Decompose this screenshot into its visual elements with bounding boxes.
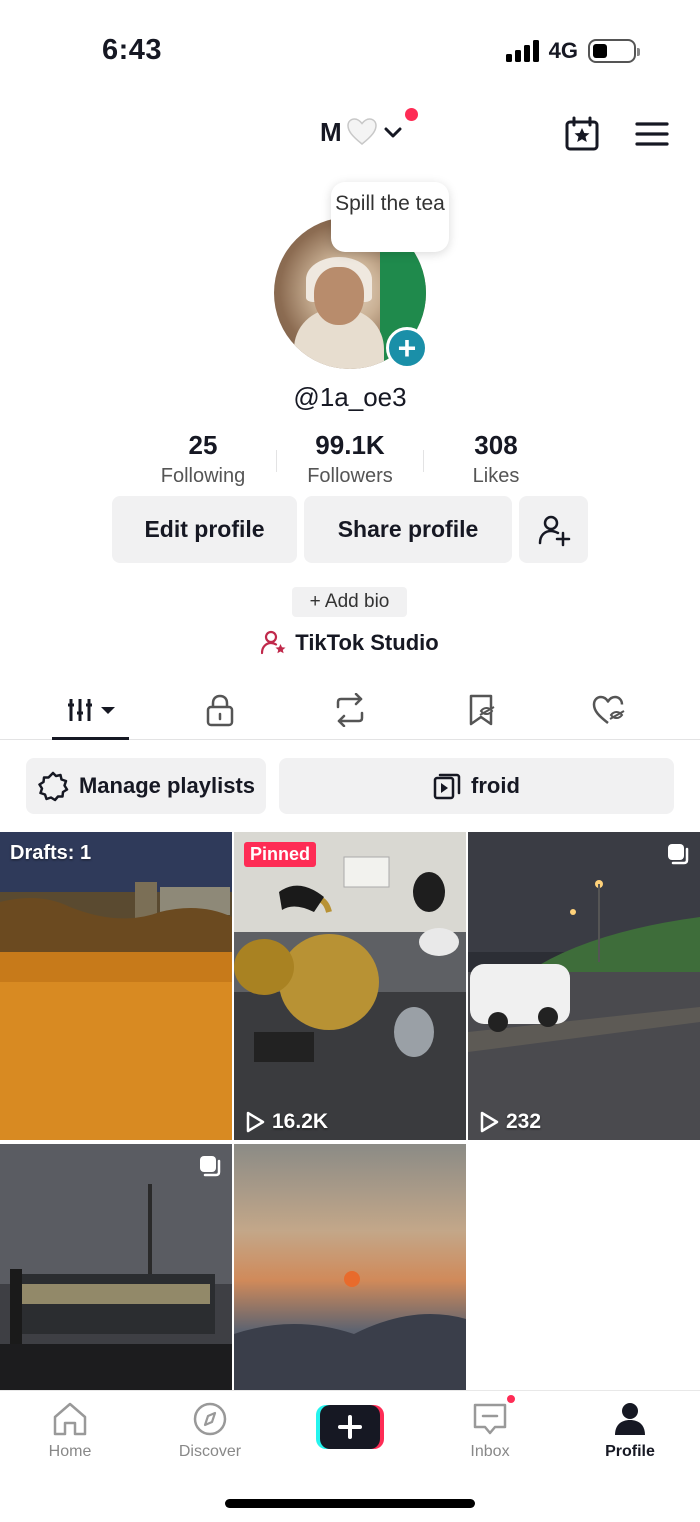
menu-icon[interactable]	[634, 116, 670, 152]
likes-count: 308	[474, 430, 518, 460]
network-type: 4G	[548, 38, 578, 63]
gear-icon	[38, 771, 69, 802]
playlist-item[interactable]: froid	[279, 758, 674, 814]
status-tooltip[interactable]: Spill the tea	[331, 182, 449, 252]
play-icon	[480, 1111, 499, 1133]
following-count: 25	[188, 430, 218, 460]
nav-profile[interactable]: Profile	[580, 1401, 680, 1461]
compass-icon	[193, 1402, 227, 1436]
profile-stats: 25 Following 99.1K Followers 308 Likes	[0, 430, 700, 490]
multi-photo-icon	[200, 1156, 221, 1177]
manage-playlists-button[interactable]: Manage playlists	[26, 758, 266, 814]
followers-label: Followers	[307, 465, 393, 487]
nav-inbox-label: Inbox	[470, 1443, 510, 1460]
video-thumbnail	[234, 832, 466, 1140]
grid-item[interactable]: 232	[468, 832, 700, 1140]
inbox-icon	[473, 1403, 507, 1435]
add-user-icon	[538, 515, 570, 546]
manage-playlists-label: Manage playlists	[78, 773, 256, 798]
share-profile-button[interactable]: Share profile	[304, 496, 512, 563]
grid-item[interactable]	[0, 1144, 232, 1392]
add-friends-button[interactable]	[519, 496, 588, 563]
status-bar: 6:43 4G	[0, 0, 700, 100]
nav-discover[interactable]: Discover	[160, 1401, 260, 1461]
create-button[interactable]	[316, 1405, 384, 1449]
tab-videos[interactable]	[68, 690, 118, 730]
status-time: 6:43	[102, 34, 163, 66]
calendar-star-icon[interactable]	[564, 116, 600, 152]
likes-label: Likes	[472, 465, 520, 487]
home-indicator	[225, 1499, 475, 1508]
grid-item-drafts[interactable]: Drafts: 1	[0, 832, 232, 1140]
video-thumbnail	[234, 1144, 466, 1392]
content-tabs	[0, 680, 700, 740]
tab-liked[interactable]	[590, 690, 630, 730]
grid-item[interactable]	[234, 1144, 466, 1392]
video-thumbnail	[0, 832, 232, 1140]
nav-inbox[interactable]: Inbox	[440, 1401, 540, 1461]
view-count-value: 232	[506, 1110, 542, 1133]
repost-icon	[336, 693, 364, 727]
home-icon	[53, 1402, 87, 1436]
account-switcher[interactable]: M	[320, 116, 404, 148]
playlist-name: froid	[471, 773, 520, 798]
lock-icon	[206, 694, 234, 727]
studio-label: TikTok Studio	[295, 630, 439, 655]
playlist-icon	[433, 773, 461, 800]
tab-private[interactable]	[200, 690, 240, 730]
edit-profile-button[interactable]: Edit profile	[112, 496, 297, 563]
nav-profile-label: Profile	[605, 1443, 655, 1460]
tiktok-studio-link[interactable]: TikTok Studio	[0, 630, 700, 656]
white-heart-icon	[346, 118, 377, 145]
heart-hidden-icon	[592, 695, 625, 724]
grid-columns-icon	[68, 699, 115, 721]
inbox-notification-dot	[505, 1393, 517, 1405]
add-story-button[interactable]: +	[386, 327, 428, 369]
nav-discover-label: Discover	[178, 1443, 242, 1460]
view-count-value: 16.2K	[272, 1110, 329, 1133]
drafts-label: Drafts: 1	[10, 842, 92, 864]
profile-header: M	[0, 100, 700, 170]
play-icon	[246, 1111, 265, 1133]
stat-following[interactable]: 25 Following	[128, 430, 278, 488]
followers-count: 99.1K	[315, 430, 385, 460]
status-icons: 4G	[505, 38, 640, 64]
tab-reposts[interactable]	[330, 690, 370, 730]
following-label: Following	[160, 465, 246, 487]
studio-user-star-icon	[261, 630, 286, 655]
grid-item-pinned[interactable]: Pinned 16.2K	[234, 832, 466, 1140]
username: @1a_oe3	[293, 382, 407, 412]
add-bio-button[interactable]: + Add bio	[292, 587, 407, 617]
video-thumbnail	[468, 832, 700, 1140]
view-count: 232	[478, 1110, 541, 1134]
tab-favorites[interactable]	[462, 690, 502, 730]
view-count: 16.2K	[244, 1110, 328, 1134]
multi-photo-icon	[668, 844, 689, 865]
signal-icon	[505, 40, 539, 62]
profile-icon	[615, 1403, 645, 1435]
stat-followers[interactable]: 99.1K Followers	[275, 430, 425, 488]
bookmark-hidden-icon	[469, 694, 495, 726]
notification-dot	[405, 108, 418, 121]
stat-likes[interactable]: 308 Likes	[421, 430, 571, 488]
video-thumbnail	[0, 1144, 232, 1392]
pinned-badge: Pinned	[244, 842, 317, 867]
nav-home[interactable]: Home	[20, 1401, 120, 1461]
chevron-down-icon	[384, 127, 402, 138]
battery-icon	[588, 39, 640, 63]
active-tab-indicator	[52, 737, 129, 740]
avatar-face	[314, 267, 364, 325]
account-name: M	[320, 116, 342, 147]
nav-home-label: Home	[48, 1443, 92, 1460]
